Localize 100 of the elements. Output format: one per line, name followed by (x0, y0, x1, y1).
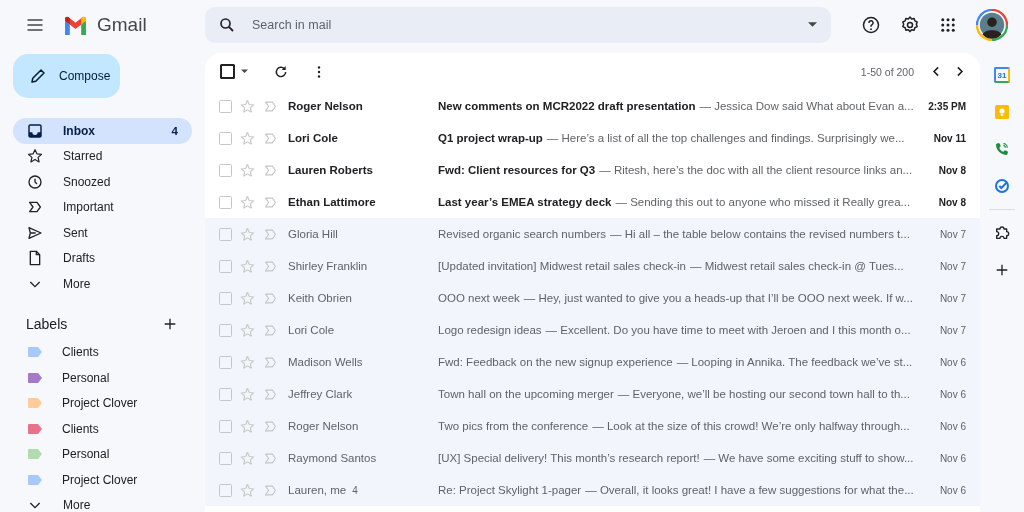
search-field[interactable]: Search in mail (250, 17, 794, 33)
page-range: 1-50 of 200 (860, 65, 914, 78)
row-checkbox[interactable] (219, 163, 232, 177)
nav-item[interactable]: Drafts (13, 245, 192, 271)
email-subject: Q1 project wrap-up (438, 132, 543, 144)
star-icon[interactable] (240, 482, 255, 498)
settings-icon[interactable] (900, 15, 920, 35)
search-bar[interactable]: Search in mail (205, 7, 831, 43)
important-icon[interactable] (263, 162, 278, 178)
caret-icon[interactable] (808, 22, 817, 28)
label-item[interactable]: Personal (13, 441, 192, 467)
star-icon[interactable] (240, 226, 255, 242)
more-item[interactable]: More (13, 492, 192, 512)
email-subject: Last year’s EMEA strategy deck (438, 196, 612, 208)
important-icon[interactable] (263, 98, 278, 114)
email-row[interactable]: Madison Wells Fwd: Feedback on the new signup experience — Looping in Annika. The feedback we’ve st... Nov 6 (205, 346, 980, 378)
sender-name: Roger Nelson (288, 420, 359, 432)
email-date: Nov 6 (938, 388, 966, 400)
email-snippet: — Here’s a list of all the top challenges and findings. Surprisingly we... (546, 132, 905, 144)
important-icon[interactable] (263, 418, 278, 434)
star-icon[interactable] (240, 130, 255, 146)
important-icon[interactable] (263, 226, 278, 242)
important-icon[interactable] (263, 354, 278, 370)
nav-item[interactable]: Snoozed (13, 169, 192, 195)
star-icon[interactable] (240, 162, 255, 178)
help-icon[interactable] (861, 15, 881, 35)
puzzle-icon[interactable] (994, 225, 1010, 241)
important-icon[interactable] (263, 322, 278, 338)
nav-item[interactable]: Inbox 4 (13, 118, 192, 144)
email-subject: Town hall on the upcoming merger (438, 388, 614, 400)
avatar[interactable] (976, 9, 1008, 41)
calendar-icon[interactable]: 31 (994, 67, 1010, 83)
search-icon[interactable] (218, 16, 236, 34)
star-icon[interactable] (240, 98, 255, 114)
email-row[interactable]: Lori Cole Logo redesign ideas — Excellent. Do you have time to meet with Jeroen and I this month o... Nov 7 (205, 314, 980, 346)
email-snippet: — We have some exciting stuff to show... (703, 452, 914, 464)
row-checkbox[interactable] (219, 259, 232, 273)
row-checkbox[interactable] (219, 323, 232, 337)
important-icon[interactable] (263, 194, 278, 210)
star-icon[interactable] (240, 290, 255, 306)
refresh-icon[interactable] (273, 63, 289, 80)
important-icon[interactable] (263, 386, 278, 402)
star-icon[interactable] (240, 418, 255, 434)
email-subject: Revised organic search numbers (438, 228, 607, 240)
star-icon[interactable] (240, 194, 255, 210)
phone-icon[interactable] (994, 141, 1010, 157)
important-icon[interactable] (263, 482, 278, 498)
compose-button[interactable]: Compose (13, 54, 120, 98)
apps-grid-icon[interactable] (939, 16, 957, 34)
row-checkbox[interactable] (219, 355, 232, 369)
row-checkbox[interactable] (219, 451, 232, 465)
star-icon[interactable] (240, 450, 255, 466)
row-checkbox[interactable] (219, 99, 232, 113)
note-icon[interactable] (994, 104, 1010, 120)
more-vertical-icon[interactable] (317, 65, 321, 78)
chevron-right-icon[interactable] (955, 65, 964, 78)
email-subject: Re: Project Skylight 1-pager (438, 484, 582, 496)
star-icon[interactable] (240, 322, 255, 338)
email-snippet: — Hey, just wanted to give you a heads-up that I’ll be OOO next week. If w... (523, 292, 913, 304)
nav-item[interactable]: Important (13, 194, 192, 220)
email-snippet: — Sending this out to anyone who missed it Really grea... (615, 196, 911, 208)
label-item[interactable]: Clients (13, 339, 192, 365)
sender-name: Shirley Franklin (288, 260, 368, 272)
row-checkbox[interactable] (219, 195, 232, 209)
plus-icon[interactable] (994, 262, 1010, 278)
select-all-checkbox[interactable] (220, 64, 235, 79)
email-date: Nov 7 (938, 228, 966, 240)
important-icon[interactable] (263, 290, 278, 306)
chevron-left-icon[interactable] (932, 65, 941, 78)
nav-item[interactable]: More (13, 271, 192, 297)
label-item[interactable]: Project Clover (13, 390, 192, 416)
row-checkbox[interactable] (219, 291, 232, 305)
row-checkbox[interactable] (219, 419, 232, 433)
email-row[interactable]: Jeffrey Clark Town hall on the upcoming merger — Everyone, we’ll be hosting our second town hall to th... Nov 6 (205, 378, 980, 410)
thread-count: 4 (352, 485, 358, 496)
sender-name: Ethan Lattimore (288, 196, 376, 208)
tasks-icon[interactable] (994, 178, 1010, 194)
label-item[interactable]: Project Clover (13, 467, 192, 493)
email-row[interactable]: Raymond Santos [UX] Special delivery! This month’s research report! — We have some exciting stuff to show... Nov 6 (205, 442, 980, 474)
email-row[interactable]: Shirley Franklin [Updated invitation] Midwest retail sales check-in — Midwest retail sales check-in @ Tues... Nov 7 (205, 250, 980, 282)
email-row[interactable]: Roger Nelson Two pics from the conference — Look at the size of this crowd! We’re only halfway through... Nov 6 (205, 410, 980, 442)
star-icon[interactable] (240, 258, 255, 274)
row-checkbox[interactable] (219, 227, 232, 241)
nav-item[interactable]: Sent (13, 220, 192, 246)
star-icon[interactable] (240, 354, 255, 370)
important-icon[interactable] (263, 450, 278, 466)
label-item[interactable]: Clients (13, 416, 192, 442)
email-snippet: — Jessica Dow said What about Evan a... (699, 100, 914, 112)
email-row[interactable]: Lauren, me 4 Re: Project Skylight 1-pager — Overall, it looks great! I have a few suggestions for what the... Nov 6 (205, 474, 980, 506)
row-checkbox[interactable] (219, 131, 232, 145)
label-item[interactable]: Personal (13, 365, 192, 391)
important-icon[interactable] (263, 258, 278, 274)
caret-icon[interactable] (241, 69, 248, 74)
nav-item[interactable]: Starred (13, 143, 192, 169)
row-checkbox[interactable] (219, 387, 232, 401)
email-row[interactable]: Keith Obrien OOO next week — Hey, just wanted to give you a heads-up that I’ll be OOO next week. If w... Nov 7 (205, 282, 980, 314)
email-row[interactable]: Gloria Hill Revised organic search numbers — Hi all – the table below contains the revised numbers t... Nov 7 (205, 218, 980, 250)
row-checkbox[interactable] (219, 483, 232, 497)
star-icon[interactable] (240, 386, 255, 402)
important-icon[interactable] (263, 130, 278, 146)
